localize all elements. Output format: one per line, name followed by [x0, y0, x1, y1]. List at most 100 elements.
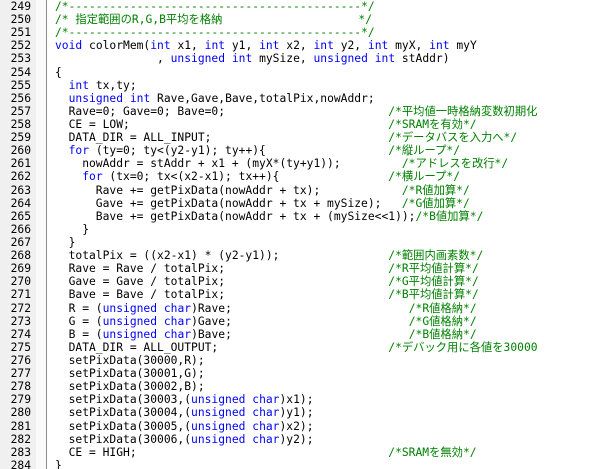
comment-token: /*G値加算*/: [401, 196, 470, 210]
code-token: B = (: [55, 327, 103, 341]
comment-token: /*横ループ*/: [388, 170, 460, 184]
code-token: DATA_DIR = ALL_OUTPUT;: [55, 340, 389, 354]
keyword-token: int: [129, 91, 151, 105]
line-number: 252: [10, 39, 31, 53]
code-text: setPixData(30005,(unsigned char)x2);: [55, 420, 314, 433]
code-line[interactable]: 275 DATA_DIR = ALL_OUTPUT; /*デバック用に各値を30…: [0, 341, 610, 354]
code-text: CE = LOW; /*SRAMを有効*/: [55, 118, 477, 131]
code-line[interactable]: 281 setPixData(30005,(unsigned char)x2);: [0, 420, 610, 433]
code-token: tx,ty;: [89, 78, 137, 92]
code-line[interactable]: 257 Rave=0; Gave=0; Bave=0; /*平均値一時格納変数初…: [0, 105, 610, 118]
code-line[interactable]: 263 Rave += getPixData(nowAddr + tx); /*…: [0, 184, 610, 197]
code-line[interactable]: 256 unsigned int Rave,Gave,Bave,totalPix…: [0, 92, 610, 105]
code-line[interactable]: 253 , unsigned int mySize, unsigned int …: [0, 52, 610, 65]
code-text: int tx,ty;: [55, 79, 137, 92]
line-number: 261: [10, 157, 31, 171]
code-text: setPixData(30006,(unsigned char)y2);: [55, 433, 314, 446]
code-line[interactable]: 260 for (ty=0; ty<(y2-y1); ty++){ /*縦ループ…: [0, 144, 610, 157]
code-line[interactable]: 265 Bave += getPixData(nowAddr + tx + (m…: [0, 210, 610, 223]
code-line[interactable]: 284}: [0, 459, 610, 469]
code-line[interactable]: 267 }: [0, 236, 610, 249]
code-line[interactable]: 270 Gave = Gave / totalPix; /*G平均値計算*/: [0, 275, 610, 288]
code-text: DATA_DIR = ALL_INPUT; /*データバスを入力へ*/: [55, 131, 518, 144]
code-text: setPixData(30001,G);: [55, 367, 205, 380]
code-line[interactable]: 249 /*-----------------------------------…: [0, 0, 610, 13]
comment-token: /*SRAMを有効*/: [388, 117, 477, 131]
line-number: 253: [10, 52, 31, 66]
comment-token: /*B値加算*/: [415, 209, 484, 223]
code-text: setPixData(30002,B);: [55, 380, 205, 393]
code-text: Bave = Bave / totalPix; /*B平均値計算*/: [55, 288, 479, 301]
line-number: 255: [10, 78, 31, 92]
code-line[interactable]: 271 Bave = Bave / totalPix; /*B平均値計算*/: [0, 288, 610, 301]
code-line[interactable]: 272 R = (unsigned char)Rave; /*R値格納*/: [0, 302, 610, 315]
code-line[interactable]: 279 setPixData(30003,(unsigned char)x1);: [0, 393, 610, 406]
code-text: /* 指定範囲のR,G,B平均を格納 */: [55, 13, 372, 26]
code-line[interactable]: 255 int tx,ty;: [0, 79, 610, 92]
code-text: Gave += getPixData(nowAddr + tx + mySize…: [55, 197, 470, 210]
code-token: )Gave;: [191, 314, 409, 328]
code-text: , unsigned int mySize, unsigned int stAd…: [55, 52, 450, 65]
code-token: setPixData(30002,B);: [55, 380, 205, 394]
keyword-token: int: [367, 39, 389, 53]
code-token: setPixData(30006,(: [55, 432, 192, 446]
code-text: B = (unsigned char)Bave; /*B値格納*/: [55, 328, 477, 341]
code-token: setPixData(30003,(: [55, 393, 192, 407]
keyword-token: int: [429, 39, 450, 53]
code-line[interactable]: 254 {: [0, 66, 610, 79]
code-line[interactable]: 258 CE = LOW; /*SRAMを有効*/: [0, 118, 610, 131]
code-token: myY: [449, 39, 477, 53]
code-line[interactable]: 250 /* 指定範囲のR,G,B平均を格納 */: [0, 13, 610, 26]
code-line[interactable]: 274 B = (unsigned char)Bave; /*B値格納*/: [0, 328, 610, 341]
keyword-token: char: [252, 432, 280, 446]
code-token: )y1);: [279, 406, 314, 420]
keyword-token: int: [150, 39, 171, 53]
code-token: totalPix = ((x2-x1) * (y2-y1));: [55, 249, 389, 263]
code-line[interactable]: 283 CE = HIGH; /*SRAMを無効*/: [0, 446, 610, 459]
keyword-token: unsigned: [102, 301, 158, 315]
line-number: 276: [10, 353, 31, 367]
code-token: ,: [55, 52, 171, 66]
keyword-token: unsigned: [313, 52, 368, 66]
code-line[interactable]: 261 nowAddr = stAddr + x1 + (myX*(ty+y1)…: [0, 157, 610, 170]
keyword-token: unsigned: [68, 91, 124, 105]
comment-token: /*デバック用に各値を30000: [388, 340, 538, 354]
keyword-token: char: [163, 314, 192, 328]
code-line[interactable]: 276 setPixData(30000,R);: [0, 354, 610, 367]
code-line[interactable]: 273 G = (unsigned char)Gave; /*G値格納*/: [0, 315, 610, 328]
code-text: for (ty=0; ty<(y2-y1); ty++){ /*縦ループ*/: [55, 144, 460, 157]
code-line[interactable]: 266 }: [0, 223, 610, 236]
code-editor[interactable]: 249 /*-----------------------------------…: [0, 0, 610, 469]
code-token: )Rave;: [191, 301, 409, 315]
keyword-token: unsigned: [170, 52, 226, 66]
code-token: (ty=0; ty<(y2-y1); ty++){: [89, 144, 389, 158]
comment-token: /*--------------------------------------…: [55, 0, 375, 13]
code-token: )x1);: [279, 393, 314, 407]
code-token: )x2);: [279, 419, 314, 433]
line-number: 282: [10, 432, 31, 446]
comment-token: /*縦ループ*/: [388, 144, 460, 158]
code-line[interactable]: 278 setPixData(30002,B);: [0, 380, 610, 393]
code-line[interactable]: 262 for (tx=0; tx<(x2-x1); tx++){ /*横ループ…: [0, 170, 610, 183]
keyword-token: for: [82, 170, 103, 184]
code-line[interactable]: 269 Rave = Rave / totalPix; /*R平均値計算*/: [0, 262, 610, 275]
code-text: }: [55, 223, 89, 236]
keyword-token: unsigned: [191, 406, 246, 420]
code-token: setPixData(30001,G);: [55, 367, 205, 381]
code-line[interactable]: 259 DATA_DIR = ALL_INPUT; /*データバスを入力へ*/: [0, 131, 610, 144]
code-line[interactable]: 280 setPixData(30004,(unsigned char)y1);: [0, 406, 610, 419]
code-line[interactable]: 282 setPixData(30006,(unsigned char)y2);: [0, 433, 610, 446]
comment-token: /*R値格納*/: [408, 301, 477, 315]
code-line[interactable]: 252 void colorMem(int x1, int y1, int x2,…: [0, 39, 610, 52]
code-token: Gave = Gave / totalPix;: [55, 275, 389, 289]
code-line[interactable]: 264 Gave += getPixData(nowAddr + tx + my…: [0, 197, 610, 210]
keyword-token: unsigned: [102, 314, 158, 328]
code-token: Rave,Gave,Bave,totalPix,nowAddr;: [150, 91, 375, 105]
code-token: Bave += getPixData(nowAddr + tx + (mySiz…: [55, 209, 416, 223]
code-line[interactable]: 277 setPixData(30001,G);: [0, 367, 610, 380]
code-line[interactable]: 251 /*-----------------------------------…: [0, 26, 610, 39]
code-line[interactable]: 268 totalPix = ((x2-x1) * (y2-y1)); /*範囲…: [0, 249, 610, 262]
